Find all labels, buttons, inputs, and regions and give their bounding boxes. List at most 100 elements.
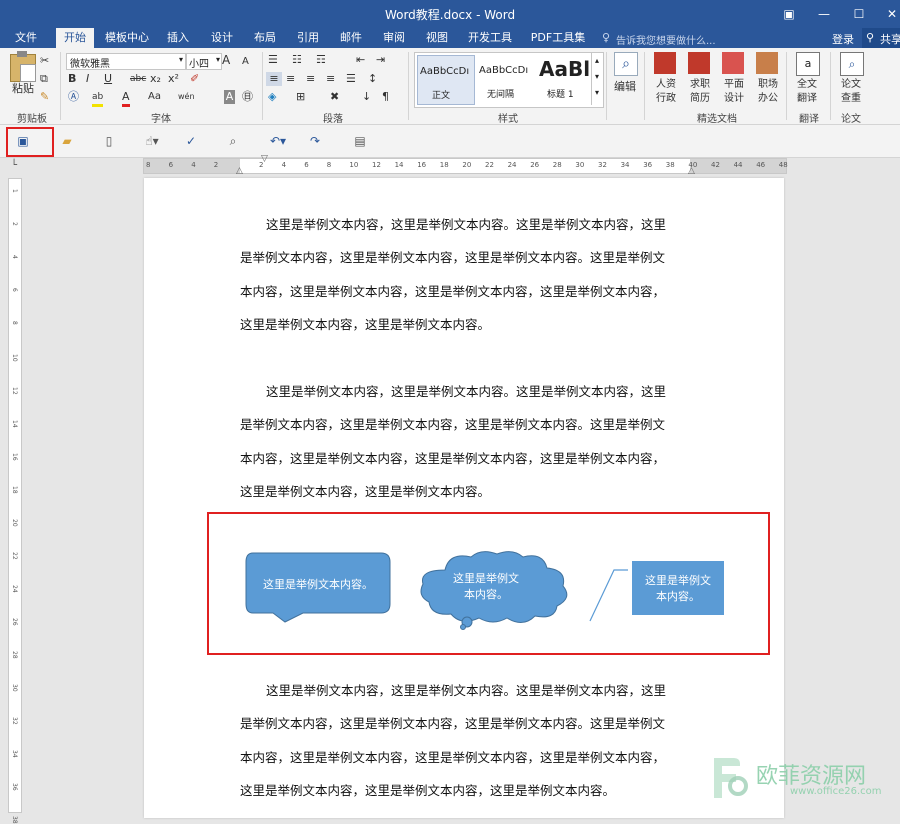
- italic-button[interactable]: I: [86, 72, 89, 86]
- login-link[interactable]: 登录: [832, 31, 854, 47]
- editing-label[interactable]: 编辑: [614, 80, 636, 94]
- customize-toolbar-icon[interactable]: ▤: [350, 133, 370, 149]
- paragraph-line[interactable]: 这里是举例文本内容，这里是举例文本内容，这里是举例文本内容。: [240, 780, 615, 799]
- multilevel-list-icon[interactable]: ☶: [316, 53, 326, 67]
- line-callout-text[interactable]: 这里是举例文 本内容。: [632, 572, 724, 604]
- font-size-select[interactable]: 小四 ▾: [186, 53, 222, 70]
- bullets-icon[interactable]: ☰: [268, 53, 278, 67]
- indent-marker[interactable]: △: [236, 166, 243, 176]
- bold-button[interactable]: B: [68, 72, 76, 86]
- decrease-indent-icon[interactable]: ⇤: [356, 53, 365, 67]
- resume-icon[interactable]: [688, 52, 710, 74]
- sort-icon[interactable]: ↓: [362, 90, 371, 104]
- spelling-icon[interactable]: ✓: [182, 133, 200, 149]
- enclose-char-icon[interactable]: ㊐: [242, 90, 253, 104]
- tab-layout[interactable]: 布局: [247, 28, 283, 48]
- cut-icon[interactable]: ✂: [40, 54, 49, 68]
- tab-file[interactable]: 文件: [8, 28, 44, 48]
- underline-button[interactable]: U: [104, 72, 112, 86]
- cloud-callout-text[interactable]: 这里是举例文 本内容。: [440, 570, 532, 602]
- tell-me-input[interactable]: 告诉我您想要做什么...: [616, 32, 716, 47]
- distributed-icon[interactable]: ☰: [346, 72, 356, 86]
- ribbon-display-icon[interactable]: ▣: [775, 4, 803, 24]
- tab-selector[interactable]: └: [8, 160, 20, 172]
- align-right-icon[interactable]: ≡: [306, 72, 315, 86]
- share-button[interactable]: ⚲ 共享: [862, 28, 900, 48]
- paragraph-line[interactable]: 是举例文本内容，这里是举例文本内容，这里是举例文本内容。这里是举例文: [240, 414, 665, 433]
- horizontal-ruler[interactable]: 8 6 4 2 2 4 6 8 10 12 14 16 18 20 22 24 26 28 30 32 34 36 38 40…: [143, 154, 788, 176]
- increase-indent-icon[interactable]: ⇥: [376, 53, 385, 67]
- tab-developer[interactable]: 开发工具: [462, 28, 518, 48]
- office-icon[interactable]: [756, 52, 778, 74]
- chinese-layout-icon[interactable]: ✖: [330, 90, 339, 104]
- style-no-spacing[interactable]: AaBbCcDı 无间隔: [477, 55, 535, 103]
- office-label[interactable]: 职场办公: [756, 78, 780, 106]
- font-name-select[interactable]: 微软雅黑 ▾: [66, 53, 186, 70]
- font-color-icon[interactable]: A: [122, 90, 130, 107]
- tab-pdf-tools[interactable]: PDF工具集: [526, 28, 590, 48]
- paragraph-line[interactable]: 这里是举例文本内容，这里是举例文本内容。这里是举例文本内容，这里: [266, 381, 666, 400]
- grow-font-icon[interactable]: A: [222, 53, 230, 67]
- char-shading-icon[interactable]: A: [224, 90, 235, 104]
- tab-references[interactable]: 引用: [290, 28, 326, 48]
- search-icon[interactable]: ⌕: [614, 52, 638, 76]
- change-case-button[interactable]: Aa: [148, 90, 161, 104]
- borders-icon[interactable]: ⊞: [296, 90, 305, 104]
- resume-label[interactable]: 求职简历: [688, 78, 712, 106]
- redo-icon[interactable]: ↷: [306, 133, 324, 149]
- close-icon[interactable]: ✕: [878, 4, 900, 24]
- vertical-ruler[interactable]: 1 2 4 6 8 10 12 14 16 18 20 22 24 26 28 30 32 34 36 38: [8, 178, 22, 824]
- show-marks-icon[interactable]: ¶: [382, 90, 389, 104]
- shading-icon[interactable]: ◈: [268, 90, 276, 104]
- paragraph-line[interactable]: 这里是举例文本内容，这里是举例文本内容。这里是举例文本内容，这里: [266, 214, 666, 233]
- style-normal[interactable]: AaBbCcDı 正文: [417, 55, 475, 105]
- line-spacing-icon[interactable]: ↕: [368, 72, 377, 86]
- paragraph-line[interactable]: 是举例文本内容，这里是举例文本内容，这里是举例文本内容。这里是举例文: [240, 247, 665, 266]
- hr-template-icon[interactable]: [654, 52, 676, 74]
- text-effects-icon[interactable]: Ⓐ: [68, 90, 79, 104]
- tab-view[interactable]: 视图: [419, 28, 455, 48]
- paragraph-line[interactable]: 本内容，这里是举例文本内容，这里是举例文本内容，这里是举例文本内容，: [240, 448, 665, 467]
- paragraph-line[interactable]: 这里是举例文本内容，这里是举例文本内容。: [240, 314, 490, 333]
- paper-check-label[interactable]: 论文查重: [838, 78, 864, 106]
- paper-check-icon[interactable]: ⌕: [840, 52, 864, 76]
- minimize-icon[interactable]: —: [810, 4, 838, 24]
- hr-template-label[interactable]: 人资行政: [654, 78, 678, 106]
- justify-icon[interactable]: ≡: [326, 72, 335, 86]
- phonetic-guide-button[interactable]: wén: [178, 90, 195, 104]
- shrink-font-icon[interactable]: A: [242, 55, 249, 69]
- superscript-button[interactable]: x²: [168, 72, 179, 86]
- graphic-design-label[interactable]: 平面设计: [722, 78, 746, 106]
- undo-icon[interactable]: ↶▾: [264, 133, 292, 149]
- format-painter-icon[interactable]: ✎: [40, 90, 49, 104]
- paragraph-line[interactable]: 这里是举例文本内容，这里是举例文本内容。: [240, 481, 490, 500]
- right-indent-marker[interactable]: △: [688, 166, 695, 176]
- save-icon[interactable]: ▣: [14, 133, 32, 149]
- copy-icon[interactable]: ⧉: [40, 72, 48, 86]
- print-preview-icon[interactable]: ⌕: [224, 133, 242, 149]
- tab-mailings[interactable]: 邮件: [333, 28, 369, 48]
- tab-template-center[interactable]: 模板中心: [100, 28, 154, 48]
- paste-icon[interactable]: [10, 51, 36, 82]
- tab-insert[interactable]: 插入: [160, 28, 196, 48]
- translate-icon[interactable]: a: [796, 52, 820, 76]
- paragraph-line[interactable]: 这里是举例文本内容，这里是举例文本内容。这里是举例文本内容，这里: [266, 680, 666, 699]
- line-callout-leader[interactable]: [586, 566, 630, 624]
- highlight-icon[interactable]: ab: [92, 90, 104, 107]
- paragraph-line[interactable]: 本内容，这里是举例文本内容，这里是举例文本内容，这里是举例文本内容，: [240, 747, 665, 766]
- translate-label[interactable]: 全文翻译: [794, 78, 820, 106]
- open-folder-icon[interactable]: ▰: [58, 133, 76, 149]
- maximize-icon[interactable]: ☐: [845, 4, 873, 24]
- rect-callout-text[interactable]: 这里是举例文本内容。: [247, 576, 389, 592]
- touch-mode-icon[interactable]: ☝▾: [140, 133, 164, 149]
- paragraph-line[interactable]: 是举例文本内容，这里是举例文本内容，这里是举例文本内容。这里是举例文: [240, 713, 665, 732]
- align-center-icon[interactable]: ≡: [286, 72, 295, 86]
- tab-review[interactable]: 审阅: [376, 28, 412, 48]
- strikethrough-button[interactable]: abc: [130, 72, 146, 86]
- gallery-scroll[interactable]: ▴ ▾ ▾: [591, 53, 602, 105]
- numbering-icon[interactable]: ☷: [292, 53, 302, 67]
- clear-format-icon[interactable]: ✐: [190, 72, 199, 86]
- align-left-icon[interactable]: ≡: [266, 72, 282, 86]
- first-line-indent-marker[interactable]: ▽: [261, 154, 268, 164]
- style-heading1[interactable]: AaBl 标题 1: [537, 55, 591, 103]
